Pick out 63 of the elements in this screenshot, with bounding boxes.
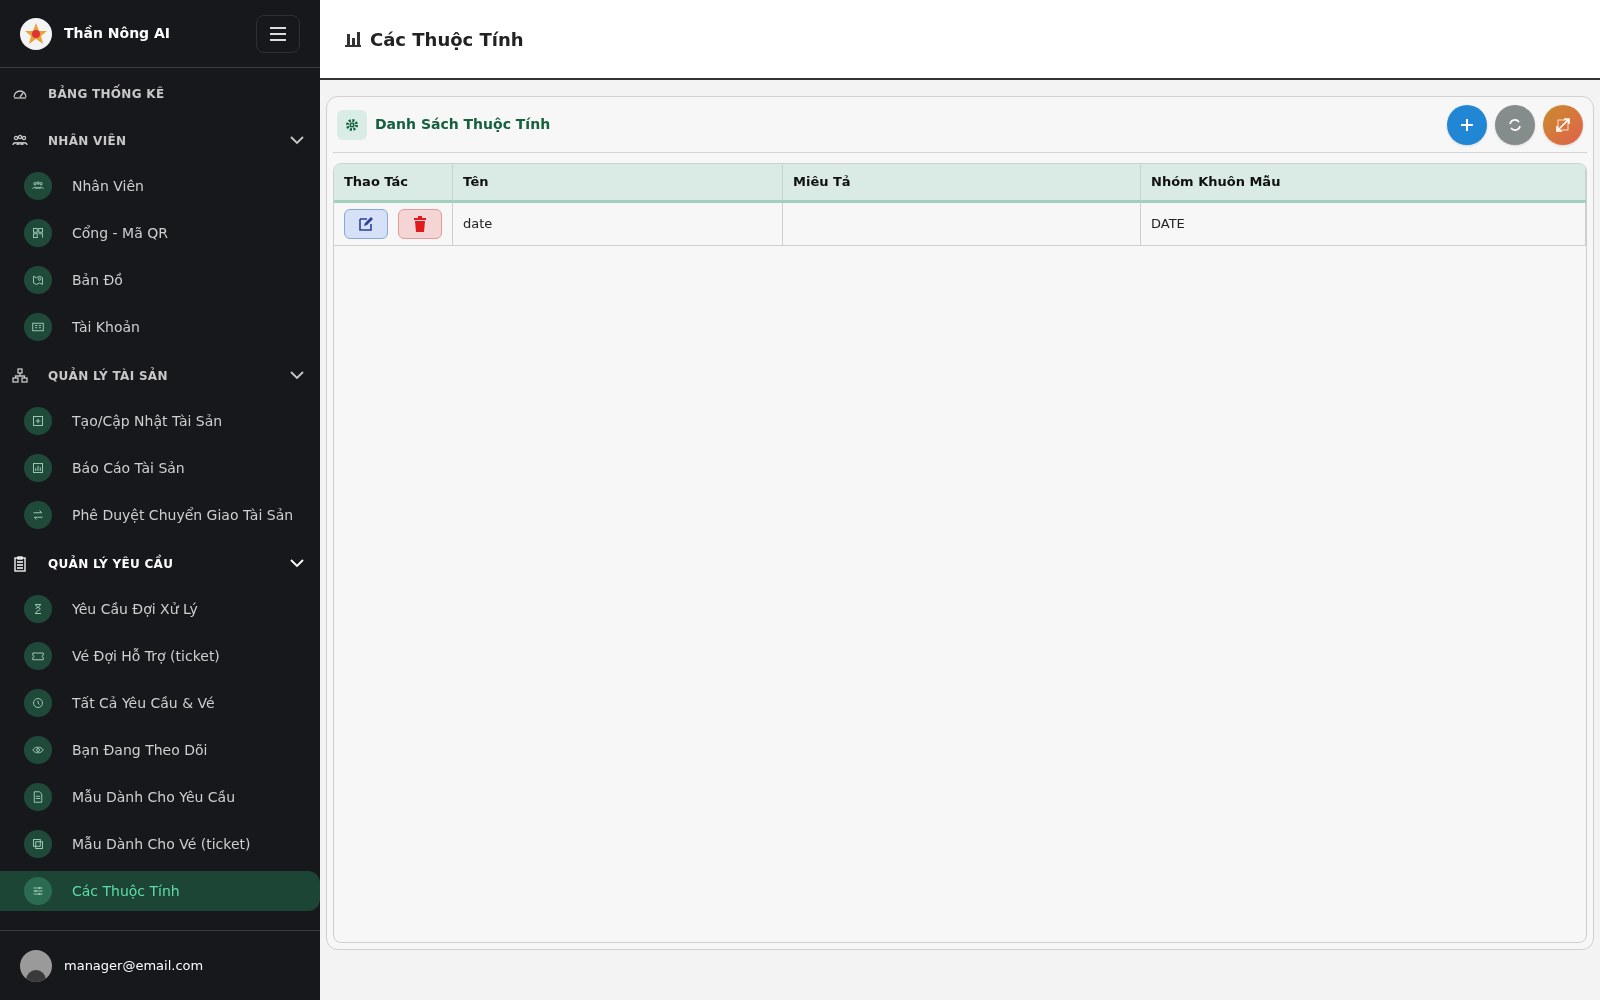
nav-icon xyxy=(32,180,44,192)
nav-item[interactable]: Yêu Cầu Đợi Xử Lý xyxy=(0,589,320,629)
column-header: Nhóm Khuôn Mẫu xyxy=(1140,164,1586,201)
nav-icon xyxy=(32,462,44,474)
delete-button[interactable] xyxy=(398,208,442,239)
nav-item[interactable]: Mẫu Dành Cho Yêu Cầu xyxy=(0,777,320,817)
column-header: Miêu Tả xyxy=(782,164,1141,201)
nav-section[interactable]: NHÂN VIÊN xyxy=(0,119,320,162)
nav-icon xyxy=(32,744,44,756)
user-email: manager@email.com xyxy=(64,956,204,975)
avatar xyxy=(20,949,52,982)
section-icon xyxy=(12,367,28,384)
nav-icon xyxy=(32,603,44,615)
refresh-icon xyxy=(1507,116,1523,133)
edit-button[interactable] xyxy=(344,208,388,239)
nav-section[interactable]: QUẢN LÝ TÀI SẢN xyxy=(0,354,320,397)
card-title: Danh Sách Thuộc Tính xyxy=(375,115,551,134)
brand-name: Thần Nông AI xyxy=(64,24,171,43)
nav-item[interactable]: Cổng - Mã QR xyxy=(0,213,320,253)
nav-item[interactable]: Tạo/Cập Nhật Tài Sản xyxy=(0,401,320,441)
table-cell: DATE xyxy=(1151,215,1185,231)
nav-item[interactable]: Tất Cả Yêu Cầu & Vé xyxy=(0,683,320,723)
nav-icon xyxy=(32,321,44,333)
nav-item[interactable]: Các Thuộc Tính xyxy=(0,871,320,911)
nav-icon xyxy=(32,415,44,427)
bar-chart-icon xyxy=(344,31,362,47)
nav-icon xyxy=(32,227,44,239)
gear-icon xyxy=(345,117,359,132)
menu-button[interactable] xyxy=(256,14,300,53)
nav-icon xyxy=(32,509,44,521)
nav-item[interactable]: Tài Khoản xyxy=(0,307,320,347)
nav-section[interactable]: QUẢN LÝ YÊU CẦU xyxy=(0,542,320,585)
chevron-down-icon xyxy=(290,371,304,380)
menu-icon xyxy=(268,25,288,42)
nav-item[interactable]: Bản Đồ xyxy=(0,260,320,300)
column-header: Tên xyxy=(452,164,783,201)
page-title: Các Thuộc Tính xyxy=(370,27,524,52)
add-button[interactable] xyxy=(1447,104,1487,145)
nav-icon xyxy=(32,791,44,803)
chevron-down-icon xyxy=(290,559,304,568)
nav-icon xyxy=(32,885,44,897)
nav-section[interactable]: BẢNG THỐNG KÊ xyxy=(0,72,320,115)
refresh-button[interactable] xyxy=(1495,104,1535,145)
plus-icon xyxy=(1460,117,1474,132)
column-header: Thao Tác xyxy=(334,164,453,201)
nav-icon xyxy=(32,274,44,286)
nav-icon xyxy=(32,838,44,850)
nav-icon xyxy=(32,650,44,662)
edit-icon xyxy=(358,215,374,232)
nav-item[interactable]: Vé Đợi Hỗ Trợ (ticket) xyxy=(0,636,320,676)
expand-icon xyxy=(1554,115,1572,134)
nav-item[interactable]: Nhân Viên xyxy=(0,166,320,206)
nav-icon xyxy=(32,697,44,709)
section-icon xyxy=(12,555,28,572)
expand-button[interactable] xyxy=(1543,104,1583,145)
nav-item[interactable]: Mẫu Dành Cho Vé (ticket) xyxy=(0,824,320,864)
chevron-down-icon xyxy=(290,136,304,145)
nav-item[interactable]: Phê Duyệt Chuyển Giao Tài Sản xyxy=(0,495,320,535)
nav-item[interactable]: Báo Cáo Tài Sản xyxy=(0,448,320,488)
logo-icon xyxy=(20,17,52,50)
trash-icon xyxy=(413,215,427,232)
table-cell: date xyxy=(463,215,493,231)
nav-item[interactable]: Bạn Đang Theo Dõi xyxy=(0,730,320,770)
